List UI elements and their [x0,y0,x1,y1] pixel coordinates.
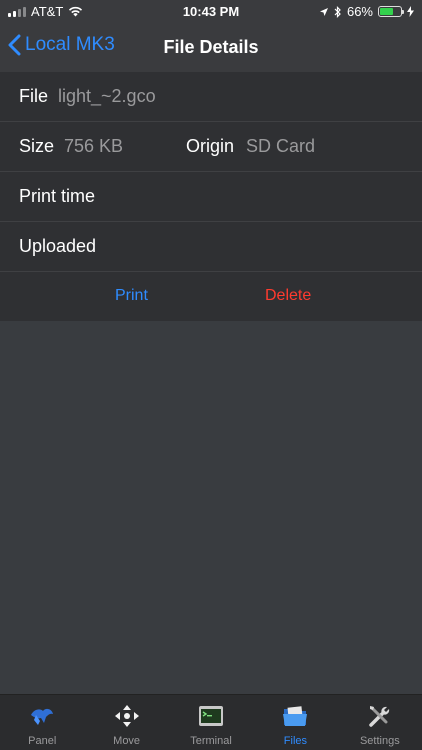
size-origin-row: Size 756 KB Origin SD Card [0,122,422,172]
print-time-row: Print time [0,172,422,222]
battery-icon [378,6,404,17]
size-label: Size [19,136,55,156]
files-icon [283,706,308,726]
status-right: 66% [319,4,414,19]
tab-terminal-label: Terminal [190,735,232,747]
tab-panel[interactable]: Panel [0,695,84,750]
file-details-card: File light_~2.gco Size 756 KB Origin SD … [0,72,422,321]
print-time-label: Print time [19,186,96,206]
tab-move[interactable]: Move [84,695,168,750]
tab-bar: Panel Move Terminal Files Settings [0,694,422,750]
origin-value: SD Card [246,136,316,156]
tab-settings[interactable]: Settings [338,695,422,750]
file-value: light_~2.gco [58,86,156,106]
tab-files-label: Files [283,735,308,747]
location-icon [319,7,328,16]
bluetooth-icon [334,5,341,18]
status-bar: AT&T 10:43 PM 66% [0,0,422,24]
tab-panel-label: Panel [28,735,57,747]
battery-fill [380,8,394,15]
tab-files[interactable]: Files [253,695,337,750]
page-title: File Details [163,37,259,57]
navigation-bar: Local MK3 File Details [0,24,422,73]
size-value: 756 KB [64,136,124,156]
tab-move-label: Move [113,735,141,747]
terminal-icon [199,706,224,726]
battery-percent: 66% [346,4,373,19]
charging-icon [407,6,414,17]
uploaded-row: Uploaded [0,222,422,272]
file-label: File [19,86,49,106]
settings-icon [369,706,389,727]
uploaded-label: Uploaded [19,236,97,256]
move-icon [114,705,139,727]
delete-button[interactable]: Delete [265,287,311,305]
tab-settings-label: Settings [359,735,400,747]
print-button[interactable]: Print [115,287,148,305]
panel-icon [31,708,54,725]
file-actions: Print Delete [0,272,422,321]
origin-label: Origin [186,136,235,156]
file-row: File light_~2.gco [0,72,422,122]
tab-terminal[interactable]: Terminal [169,695,253,750]
